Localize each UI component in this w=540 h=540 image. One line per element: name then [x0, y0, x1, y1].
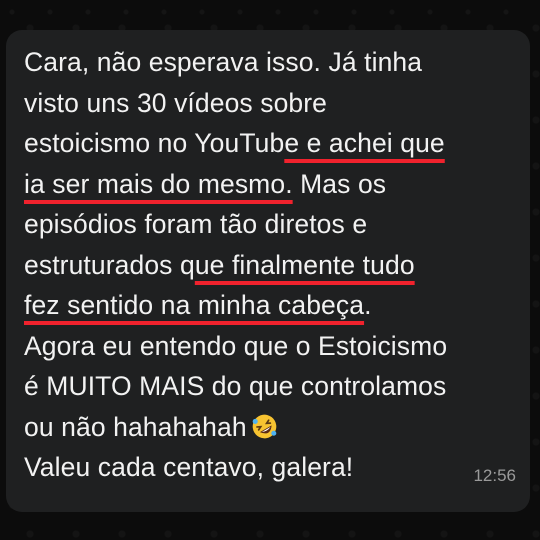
text-segment: ou não hahahahah	[24, 411, 247, 442]
text-segment: visto uns 30 vídeos sobre	[24, 87, 328, 118]
message-line: Cara, não esperava isso. Já tinha	[24, 42, 516, 83]
text-segment: Cara, não esperava isso. Já tinha	[24, 47, 423, 77]
message-timestamp: 12:56	[473, 466, 516, 485]
highlighted-text: ue finalmente tudo	[194, 249, 415, 280]
message-line: Agora eu entendo que o Estoicismo	[24, 326, 516, 367]
message-line: visto uns 30 vídeos sobre	[24, 83, 516, 124]
highlighted-text: ia ser mais do mesmo.	[24, 168, 293, 199]
text-segment: é MUITO MAIS do que controlamos	[24, 371, 447, 401]
rolling-on-floor-laughing-emoji	[252, 414, 276, 438]
text-segment: .	[364, 290, 372, 320]
message-line: é MUITO MAIS do que controlamos	[24, 366, 516, 407]
text-segment: episódios foram tão diretos e	[24, 209, 368, 239]
text-segment: Mas os	[292, 168, 387, 199]
message-line: ou não hahahahah	[24, 407, 516, 448]
text-segment: estruturados q	[24, 249, 195, 280]
message-bubble[interactable]: Cara, não esperava isso. Já tinha visto …	[6, 30, 530, 512]
highlighted-text: fez sentido na minha cabeça	[24, 290, 365, 320]
message-line: estruturados que finalmente tudo	[24, 245, 516, 286]
message-line: estoicismo no YouTube e achei que	[24, 123, 516, 164]
message-line: ia ser mais do mesmo. Mas os	[24, 164, 516, 205]
message-line: episódios foram tão diretos e	[24, 204, 516, 245]
message-line: fez sentido na minha cabeça.	[24, 285, 516, 326]
text-segment: Agora eu entendo que o Estoicismo	[24, 330, 448, 361]
text-segment: estoicismo no YouTub	[24, 128, 285, 158]
message-line: Valeu cada centavo, galera!	[24, 447, 516, 488]
message-text: Cara, não esperava isso. Já tinha visto …	[24, 42, 516, 488]
text-segment: Valeu cada centavo, galera!	[24, 452, 354, 482]
highlighted-text: e e achei que	[284, 128, 445, 158]
